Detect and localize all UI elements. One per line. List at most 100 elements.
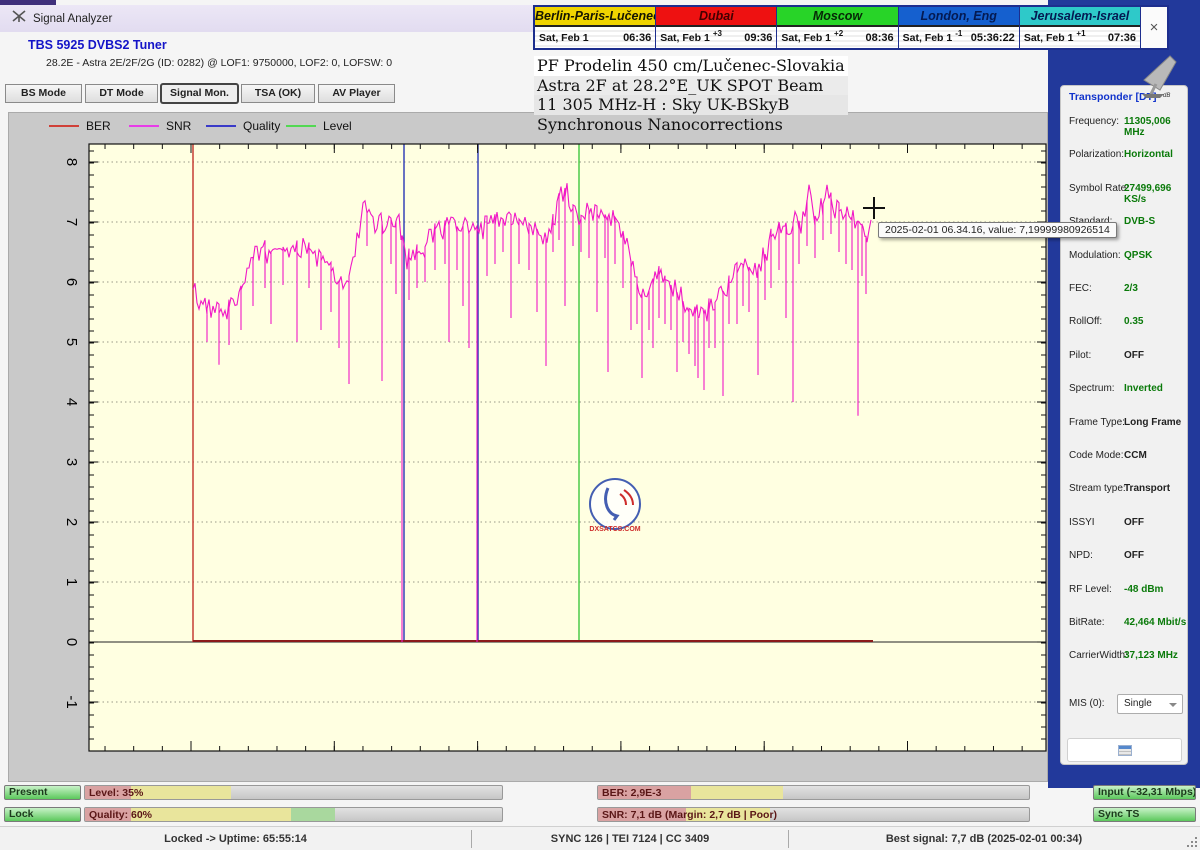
world-clock-widget: Berlin-Paris-Lučenec Sat, Feb 1 06:36 Dubai…: [533, 5, 1169, 50]
caption-line-3: 11 305 MHz-H : Sky UK-BSkyB: [534, 95, 848, 115]
y-axis-tick-label: 3: [63, 458, 80, 466]
mis-label: MIS (0):: [1069, 698, 1105, 709]
field-value: OFF: [1124, 516, 1144, 528]
field-value: DVB-S: [1124, 216, 1156, 228]
clock-utc-offset: +1: [1076, 29, 1086, 38]
clock-time-row: Sat, Feb 1 06:36: [535, 27, 656, 48]
field-label: Modulation:: [1069, 249, 1121, 261]
field-label: Frame Type:: [1069, 416, 1125, 428]
level-bar-label: Level: 35%: [89, 787, 144, 799]
field-value: OFF: [1124, 349, 1144, 361]
clock-city: Jerusalem-Israel: [1019, 7, 1141, 27]
annotation-caption: PF Prodelin 450 cm/Lučenec-Slovakia Astra…: [534, 56, 848, 134]
tuner-name: TBS 5925 DVBS2 Tuner: [28, 38, 167, 52]
field-label: CarrierWidth:: [1069, 650, 1128, 662]
clock-time: 07:36: [1107, 31, 1137, 44]
field-value: Horizontal: [1124, 149, 1173, 161]
quality-bar-label: Quality: 60%: [89, 809, 153, 821]
caption-line-1: PF Prodelin 450 cm/Lučenec-Slovakia: [534, 56, 848, 76]
clock-column: Jerusalem-Israel Sat, Feb 1 +1 07:36: [1019, 7, 1142, 48]
caption-line-2: Astra 2F at 28.2°E_UK SPOT Beam: [534, 75, 848, 95]
statusbar-sync-counters: SYNC 126 | TEI 7124 | CC 3409: [550, 833, 710, 845]
mode-button-bs-mode[interactable]: BS Mode: [5, 84, 82, 103]
level-bar: Level: 35%: [84, 785, 503, 800]
clock-utc-offset: -1: [955, 29, 963, 38]
bar-segment: [130, 786, 231, 799]
y-axis-tick-label: 6: [63, 278, 80, 286]
y-axis-tick-label: 8: [63, 158, 80, 166]
signal-analyzer-window: Signal Analyzer dB TBS 5925 DVBS2 Tuner …: [0, 0, 1200, 850]
watermark-logo: DXSATCS.COM: [584, 476, 646, 541]
sync-ts-indicator: Sync TS: [1093, 807, 1196, 822]
field-value: 2/3: [1124, 283, 1138, 294]
resize-grip[interactable]: [1187, 837, 1197, 847]
clock-time-row: Sat, Feb 1 -1 05:36:22: [898, 27, 1019, 48]
clock-time-row: Sat, Feb 1 +3 09:36: [656, 27, 777, 48]
field-value: 42,464 Mbit/s: [1124, 617, 1187, 628]
snr-bar-label: SNR: 7,1 dB (Margin: 2,7 dB | Poor): [602, 809, 778, 821]
clock-time: 08:36: [865, 31, 894, 44]
field-label: Pilot:: [1069, 349, 1092, 361]
field-label: Polarization:: [1069, 149, 1125, 161]
signal-chart-area: BER SNR Quality Level 8 7 6 5 4 3 2 1 0 -1 2025-02-0…: [8, 112, 1117, 782]
svg-text:dB: dB: [1163, 93, 1170, 99]
clock-date: Sat, Feb 1: [539, 31, 589, 44]
field-label: RollOff:: [1069, 316, 1103, 328]
y-axis-tick-label: 5: [63, 338, 80, 346]
mode-button-tsa-ok-[interactable]: TSA (OK): [241, 84, 315, 103]
field-label: BitRate:: [1069, 617, 1105, 628]
y-axis-tick-label: -1: [63, 695, 80, 708]
clock-date: Sat, Feb 1: [781, 31, 832, 44]
snr-bar: SNR: 7,1 dB (Margin: 2,7 dB | Poor): [597, 807, 1030, 822]
bar-segment: [291, 808, 336, 821]
clock-date: Sat, Feb 1: [902, 31, 953, 44]
y-axis-tick-label: 0: [63, 638, 80, 646]
statusbar-best-signal: Best signal: 7,7 dB (2025-02-01 00:34): [885, 833, 1083, 845]
field-label: RF Level:: [1069, 583, 1112, 595]
clock-time: 09:36: [744, 31, 773, 44]
field-label: NPD:: [1069, 550, 1093, 562]
clock-close-button[interactable]: ×: [1141, 7, 1168, 48]
lock-indicator: Lock: [4, 807, 81, 822]
clock-column: Moscow Sat, Feb 1 +2 08:36: [777, 7, 899, 48]
mode-button-signal-mon-[interactable]: Signal Mon.: [161, 84, 238, 103]
statusbar-lock-uptime: Locked -> Uptime: 65:55:14: [164, 833, 307, 845]
transponder-panel: Transponder [DT] Frequency: 11305,006 MHz…: [1060, 85, 1188, 765]
chevron-down-icon: [1169, 703, 1177, 707]
signal-plot[interactable]: 8 7 6 5 4 3 2 1 0 -1: [9, 113, 1047, 781]
quality-bar: Quality: 60%: [84, 807, 503, 822]
mode-button-av-player[interactable]: AV Player: [318, 84, 395, 103]
watermark-text: DXSATCS.COM: [589, 526, 640, 533]
panel-action-button[interactable]: [1067, 738, 1182, 762]
y-axis-tick-label: 1: [63, 578, 80, 586]
mode-button-dt-mode[interactable]: DT Mode: [85, 84, 158, 103]
bar-segment: [690, 786, 784, 799]
field-value: 0.35: [1124, 316, 1144, 328]
clock-time-row: Sat, Feb 1 +1 07:36: [1019, 27, 1141, 48]
ber-bar: BER: 2,9E-3: [597, 785, 1030, 800]
satellite-app-icon: [12, 9, 26, 28]
window-title: Signal Analyzer: [33, 12, 113, 25]
clock-time: 06:36: [623, 31, 652, 44]
clock-date: Sat, Feb 1: [660, 31, 710, 44]
mis-dropdown[interactable]: Single: [1117, 694, 1183, 714]
field-label: Code Mode:: [1069, 450, 1124, 461]
field-label: ISSYI: [1069, 516, 1095, 528]
input-indicator: Input (~32,31 Mbps): [1093, 785, 1196, 800]
field-value: -48 dBm: [1124, 583, 1164, 595]
clock-city: Dubai: [656, 7, 777, 27]
field-value: 11305,006 MHz: [1124, 116, 1171, 138]
field-label: FEC:: [1069, 283, 1092, 294]
field-label: Stream type:: [1069, 483, 1126, 495]
tuner-details: 28.2E - Astra 2E/2F/2G (ID: 0282) @ LOF1…: [46, 57, 393, 69]
field-value: QPSK: [1124, 249, 1153, 261]
field-value: Long Frame: [1124, 416, 1182, 428]
bar-segment: [130, 808, 292, 821]
field-label: Symbol Rate:: [1069, 182, 1130, 194]
clock-city: Moscow: [777, 7, 898, 27]
field-value: Inverted: [1124, 383, 1163, 395]
clock-city: London, Eng: [898, 7, 1019, 27]
caption-line-4: Synchronous Nanocorrections: [534, 114, 848, 134]
y-axis-tick-label: 7: [63, 218, 80, 226]
clock-utc-offset: +2: [834, 29, 844, 38]
